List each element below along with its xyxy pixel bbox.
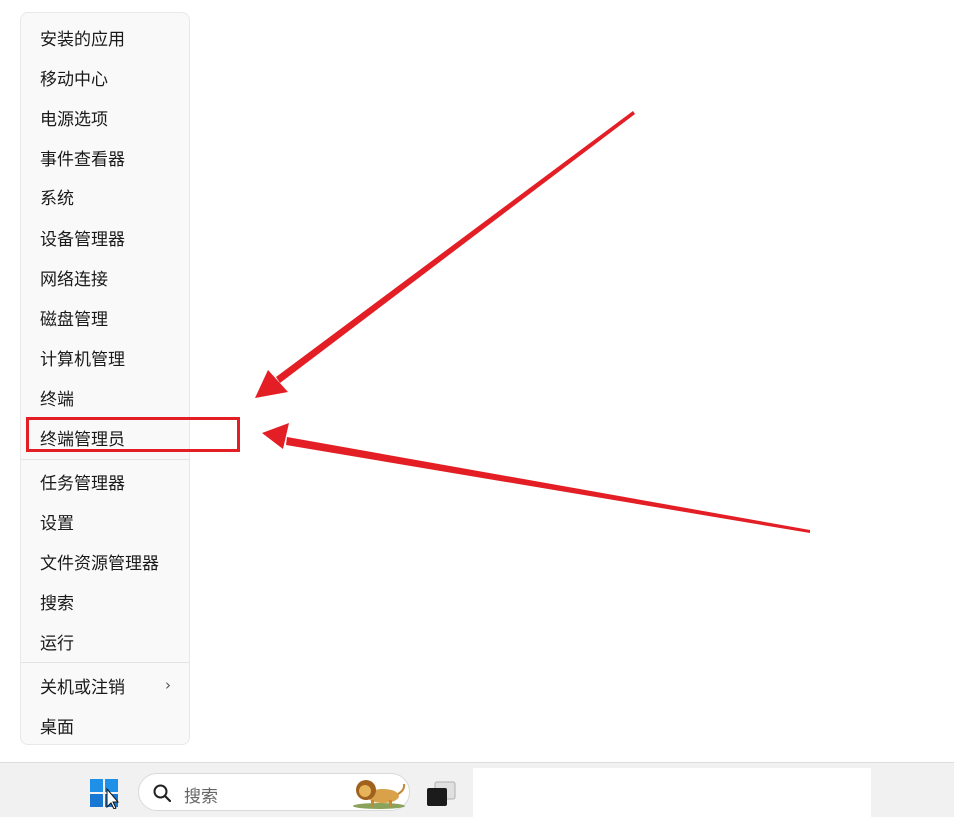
arrow-upper — [255, 111, 635, 398]
task-view-icon[interactable] — [425, 780, 457, 808]
taskbar-blank-area — [473, 768, 871, 818]
search-icon — [153, 784, 171, 802]
annotation-arrows — [255, 111, 810, 533]
windows-logo-icon[interactable] — [90, 779, 120, 810]
search-box[interactable]: 搜索 — [138, 773, 410, 811]
lion-icon — [353, 780, 406, 809]
taskbar: 搜索 — [0, 762, 954, 818]
arrow-lower — [262, 423, 810, 533]
search-placeholder: 搜索 — [184, 787, 218, 807]
